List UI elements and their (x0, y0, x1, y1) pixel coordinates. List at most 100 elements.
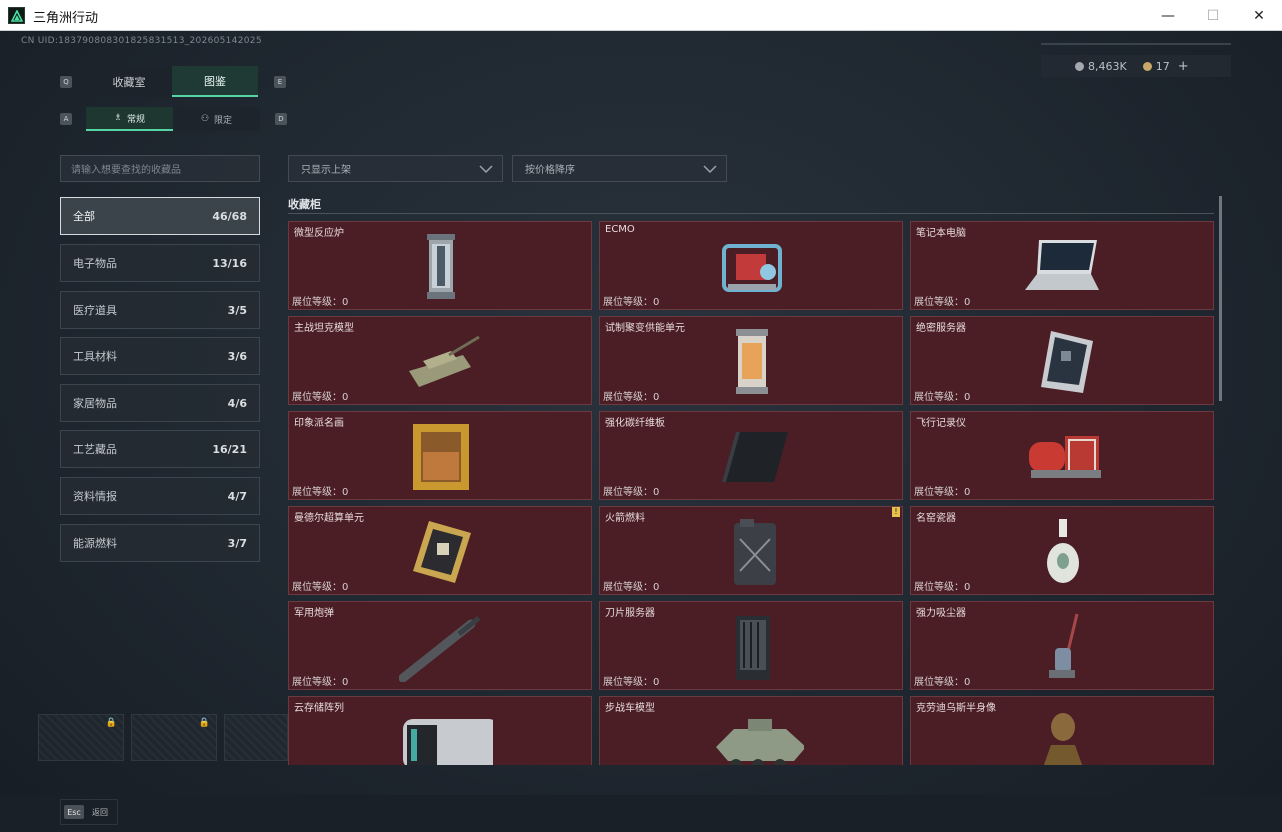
category-electronics[interactable]: 电子物品 13/16 (60, 244, 260, 282)
lock-icon: 🔒 (105, 718, 117, 728)
category-household[interactable]: 家居物品 4/6 (60, 384, 260, 422)
chevron-down-icon (479, 165, 493, 174)
search-input[interactable]: 请输入想要查找的收藏品 (60, 155, 260, 182)
subtab-limited[interactable]: ⚇ 限定 (173, 107, 260, 131)
chevron-down-icon (703, 165, 717, 174)
item-name: 名窑瓷器 (916, 513, 956, 524)
carbon-plate-icon (722, 432, 788, 482)
item-level: 展位等级：0 (292, 487, 349, 498)
back-label: 返回 (92, 808, 108, 817)
item-name: 克劳迪乌斯半身像 (916, 703, 996, 714)
laptop-icon (1025, 240, 1099, 290)
item-level: 展位等级：0 (603, 392, 660, 403)
category-label: 资料情报 (73, 490, 117, 503)
gold-amount: 17 (1155, 59, 1170, 73)
esc-key-icon: Esc (64, 805, 84, 819)
category-all[interactable]: 全部 46/68 (60, 197, 260, 235)
item-card[interactable]: 微型反应炉 展位等级：0 (288, 221, 592, 310)
item-level: 展位等级：0 (914, 582, 971, 593)
item-card[interactable]: 刀片服务器 展位等级：0 (599, 601, 903, 690)
subtab-normal-label: 常规 (127, 114, 146, 125)
user-uid: CN UID:183790808301825831513_20260514202… (21, 36, 262, 46)
item-name: 绝密服务器 (916, 323, 966, 334)
topbar-divider (1041, 43, 1231, 45)
category-tools[interactable]: 工具材料 3/6 (60, 337, 260, 375)
item-card[interactable]: 曼德尔超算单元 展位等级：0 (288, 506, 592, 595)
blade-server-icon (736, 616, 770, 680)
ecmo-icon (722, 244, 782, 292)
item-name: 火箭燃料 (605, 513, 645, 524)
item-name: 笔记本电脑 (916, 228, 966, 239)
item-name: 主战坦克模型 (294, 323, 354, 334)
currency-panel: 8,463K 17 + (1041, 55, 1231, 77)
item-card[interactable]: 强化碳纤维板 展位等级：0 (599, 411, 903, 500)
section-title: 收藏柜 (288, 198, 321, 211)
category-label: 工艺藏品 (73, 443, 117, 456)
item-card[interactable]: 印象派名画 展位等级：0 (288, 411, 592, 500)
item-card[interactable]: 火箭燃料 ! 展位等级：0 (599, 506, 903, 595)
porcelain-icon (1047, 519, 1079, 583)
item-level: 展位等级：0 (914, 487, 971, 498)
category-medical[interactable]: 医疗道具 3/5 (60, 291, 260, 329)
item-card[interactable]: 强力吸尘器 展位等级：0 (910, 601, 1214, 690)
reactor-icon (427, 234, 455, 299)
fusion-unit-icon (736, 329, 768, 394)
item-card[interactable]: 军用炮弹 展位等级：0 (288, 601, 592, 690)
category-count: 4/6 (227, 396, 247, 410)
sort-dropdown[interactable]: 按价格降序 (512, 155, 727, 182)
normal-icon: ♗ (113, 113, 123, 123)
close-button[interactable]: ✕ (1236, 0, 1282, 31)
maximize-button[interactable]: ☐ (1190, 0, 1236, 31)
item-name: 军用炮弹 (294, 608, 334, 619)
window-title: 三角洲行动 (33, 11, 99, 26)
item-card[interactable]: 克劳迪乌斯半身像 展位等级：0 (910, 696, 1214, 765)
tab-next-key: E (274, 76, 286, 88)
category-label: 能源燃料 (73, 537, 117, 550)
item-card[interactable]: 试制聚变供能单元 展位等级：0 (599, 316, 903, 405)
item-card[interactable]: 主战坦克模型 展位等级：0 (288, 316, 592, 405)
item-card[interactable]: 名窑瓷器 展位等级：0 (910, 506, 1214, 595)
category-label: 家居物品 (73, 397, 117, 410)
item-name: 微型反应炉 (294, 228, 344, 239)
bottom-bar (0, 795, 1282, 832)
item-card[interactable]: 绝密服务器 展位等级：0 (910, 316, 1214, 405)
locked-slot (224, 714, 288, 761)
item-name: 强力吸尘器 (916, 608, 966, 619)
item-level: 展位等级：0 (914, 297, 971, 308)
item-card[interactable]: ECMO 展位等级：0 (599, 221, 903, 310)
subtab-prev-key: A (60, 113, 72, 125)
shelf-filter-value: 只显示上架 (301, 165, 351, 176)
category-count: 13/16 (212, 256, 247, 270)
category-count: 3/5 (227, 303, 247, 317)
item-level: 展位等级：0 (914, 392, 971, 403)
subtab-normal[interactable]: ♗ 常规 (86, 107, 173, 131)
item-level: 展位等级：0 (603, 487, 660, 498)
item-level: 展位等级：0 (603, 297, 660, 308)
minimize-button[interactable]: — (1145, 0, 1191, 31)
item-name: 飞行记录仪 (916, 418, 966, 429)
item-card[interactable]: 云存储阵列 展位等级：0 (288, 696, 592, 765)
lock-icon: 🔒 (198, 718, 210, 728)
scrollbar[interactable] (1219, 196, 1222, 401)
item-level: 展位等级：0 (292, 392, 349, 403)
section-divider (288, 213, 1214, 214)
category-crafts[interactable]: 工艺藏品 16/21 (60, 430, 260, 468)
shelf-filter-dropdown[interactable]: 只显示上架 (288, 155, 503, 182)
category-energy[interactable]: 能源燃料 3/7 (60, 524, 260, 562)
tab-collection-room[interactable]: 收藏室 (86, 66, 172, 97)
category-intel[interactable]: 资料情报 4/7 (60, 477, 260, 515)
ifv-icon (716, 719, 804, 765)
add-currency-button[interactable]: + (1178, 59, 1189, 74)
item-card[interactable]: 笔记本电脑 展位等级：0 (910, 221, 1214, 310)
item-card[interactable]: 步战车模型 展位等级：0 (599, 696, 903, 765)
category-count: 3/7 (227, 536, 247, 550)
subtab-next-key: D (275, 113, 287, 125)
shell-icon (399, 616, 481, 682)
item-card[interactable]: 飞行记录仪 展位等级：0 (910, 411, 1214, 500)
item-level: 展位等级：0 (603, 582, 660, 593)
storage-array-icon (403, 719, 493, 765)
vacuum-icon (1049, 613, 1079, 678)
tab-atlas[interactable]: 图鉴 (172, 66, 258, 97)
item-name: 试制聚变供能单元 (605, 323, 685, 334)
item-level: 展位等级：0 (603, 677, 660, 688)
